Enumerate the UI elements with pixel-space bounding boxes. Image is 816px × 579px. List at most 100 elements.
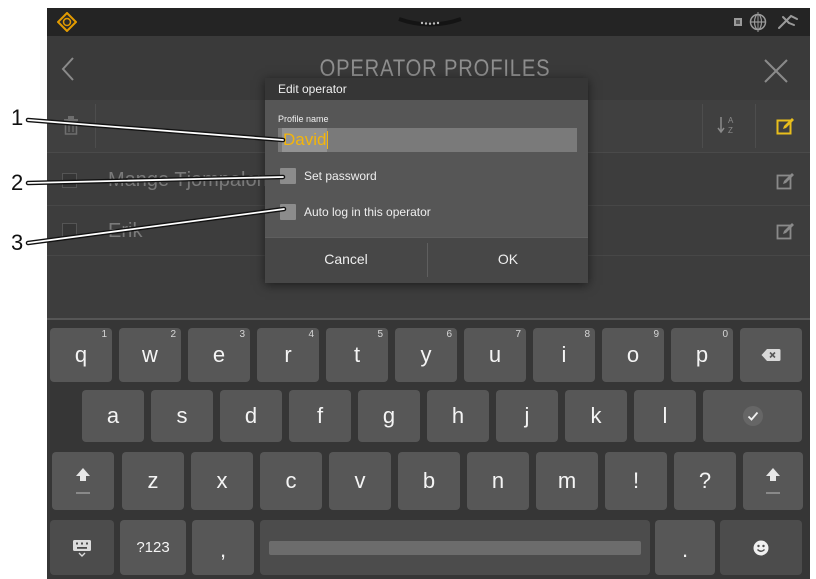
- sort-az-icon[interactable]: A Z: [716, 113, 738, 137]
- key-hint: 0: [722, 329, 728, 340]
- key-p[interactable]: 0p: [671, 328, 733, 382]
- edit-icon[interactable]: [776, 221, 796, 241]
- key-hint: 4: [308, 329, 314, 340]
- edit-operator-dialog: Edit operator Profile name David Set pas…: [265, 78, 588, 283]
- key-label: o: [626, 342, 640, 367]
- sort-letter-bottom: Z: [728, 126, 733, 135]
- auto-login-label[interactable]: Auto log in this operator: [304, 204, 431, 220]
- globe-icon: [749, 12, 767, 32]
- edit-icon[interactable]: [776, 116, 796, 136]
- remote-connection-icon: [778, 14, 798, 29]
- key-e[interactable]: 3e: [188, 328, 250, 382]
- key-b[interactable]: b: [398, 452, 460, 510]
- callout-number-2: 2: [11, 170, 24, 195]
- set-password-label[interactable]: Set password: [304, 168, 377, 184]
- profile-name-input[interactable]: David: [278, 128, 577, 152]
- row-select-checkbox[interactable]: [62, 173, 77, 188]
- key-comma[interactable]: ,: [192, 520, 254, 575]
- key-label: l: [662, 403, 668, 428]
- auto-login-checkbox[interactable]: [280, 204, 296, 220]
- key-hint: 1: [101, 329, 107, 340]
- key-hint: 6: [446, 329, 452, 340]
- toolbar-divider: [702, 104, 703, 148]
- close-icon[interactable]: [763, 58, 789, 84]
- set-password-checkbox[interactable]: [280, 168, 296, 184]
- chevron-left-icon[interactable]: [60, 56, 76, 82]
- key-k[interactable]: k: [565, 390, 627, 442]
- key-exclamation[interactable]: !: [605, 452, 667, 510]
- profile-name-value: David: [282, 128, 328, 152]
- key-hint: 9: [653, 329, 659, 340]
- row-select-checkbox[interactable]: [62, 223, 77, 238]
- key-m[interactable]: m: [536, 452, 598, 510]
- key-n[interactable]: n: [467, 452, 529, 510]
- callout-number-1: 1: [11, 105, 24, 130]
- key-label: y: [420, 342, 432, 367]
- key-label: p: [695, 342, 709, 367]
- emoji-key[interactable]: [720, 520, 802, 575]
- key-a[interactable]: a: [82, 390, 144, 442]
- key-l[interactable]: l: [634, 390, 696, 442]
- key-question[interactable]: ?: [674, 452, 736, 510]
- key-q[interactable]: 1q: [50, 328, 112, 382]
- backspace-icon: [761, 349, 781, 361]
- key-h[interactable]: h: [427, 390, 489, 442]
- key-hint: 5: [377, 329, 383, 340]
- enter-check-icon: [742, 406, 763, 426]
- key-label: w: [142, 342, 158, 367]
- dialog-titlebar: Edit operator: [265, 78, 588, 100]
- operator-name[interactable]: Mange Tjompalon: [108, 168, 268, 192]
- hide-keyboard-key[interactable]: [50, 520, 114, 575]
- shift-key-left[interactable]: [52, 452, 114, 510]
- key-s[interactable]: s: [151, 390, 213, 442]
- keyboard-icon: [73, 539, 91, 557]
- shift-key-right[interactable]: [743, 452, 803, 510]
- key-label: ?123: [136, 539, 170, 556]
- space-key[interactable]: [260, 520, 650, 575]
- key-f[interactable]: f: [289, 390, 351, 442]
- key-j[interactable]: j: [496, 390, 558, 442]
- key-d[interactable]: d: [220, 390, 282, 442]
- key-hint: 2: [170, 329, 176, 340]
- ok-button[interactable]: OK: [428, 238, 588, 283]
- enter-key[interactable]: [703, 390, 802, 442]
- key-hint: 8: [584, 329, 590, 340]
- key-i[interactable]: 8i: [533, 328, 595, 382]
- edit-icon[interactable]: [776, 171, 796, 191]
- key-v[interactable]: v: [329, 452, 391, 510]
- dialog-title: Edit operator: [278, 82, 347, 96]
- key-x[interactable]: x: [191, 452, 253, 510]
- key-g[interactable]: g: [358, 390, 420, 442]
- key-hint: 3: [239, 329, 245, 340]
- key-label: d: [244, 403, 258, 428]
- toolbar-divider: [95, 104, 96, 148]
- key-label: k: [590, 403, 602, 428]
- sort-letter-top: A: [728, 116, 734, 125]
- key-o[interactable]: 9o: [602, 328, 664, 382]
- key-label: ,: [219, 537, 227, 562]
- key-t[interactable]: 5t: [326, 328, 388, 382]
- key-label: h: [451, 403, 465, 428]
- key-period[interactable]: .: [655, 520, 715, 575]
- emoji-icon: [753, 540, 769, 555]
- cancel-button[interactable]: Cancel: [265, 238, 427, 283]
- key-label: z: [147, 468, 159, 493]
- shift-icon: [766, 468, 780, 494]
- key-w[interactable]: 2w: [119, 328, 181, 382]
- trash-icon[interactable]: [63, 116, 79, 135]
- key-r[interactable]: 4r: [257, 328, 319, 382]
- key-z[interactable]: z: [122, 452, 184, 510]
- pull-down-handle-icon[interactable]: [397, 16, 463, 30]
- key-label: r: [284, 342, 292, 367]
- key-hint: 7: [515, 329, 521, 340]
- profile-name-label: Profile name: [278, 114, 329, 124]
- key-label: !: [632, 468, 640, 493]
- key-c[interactable]: c: [260, 452, 322, 510]
- key-label: v: [354, 468, 366, 493]
- key-label: u: [488, 342, 502, 367]
- backspace-key[interactable]: [740, 328, 802, 382]
- key-u[interactable]: 7u: [464, 328, 526, 382]
- operator-name[interactable]: Erik: [108, 219, 142, 243]
- symbols-key[interactable]: ?123: [120, 520, 186, 575]
- key-y[interactable]: 6y: [395, 328, 457, 382]
